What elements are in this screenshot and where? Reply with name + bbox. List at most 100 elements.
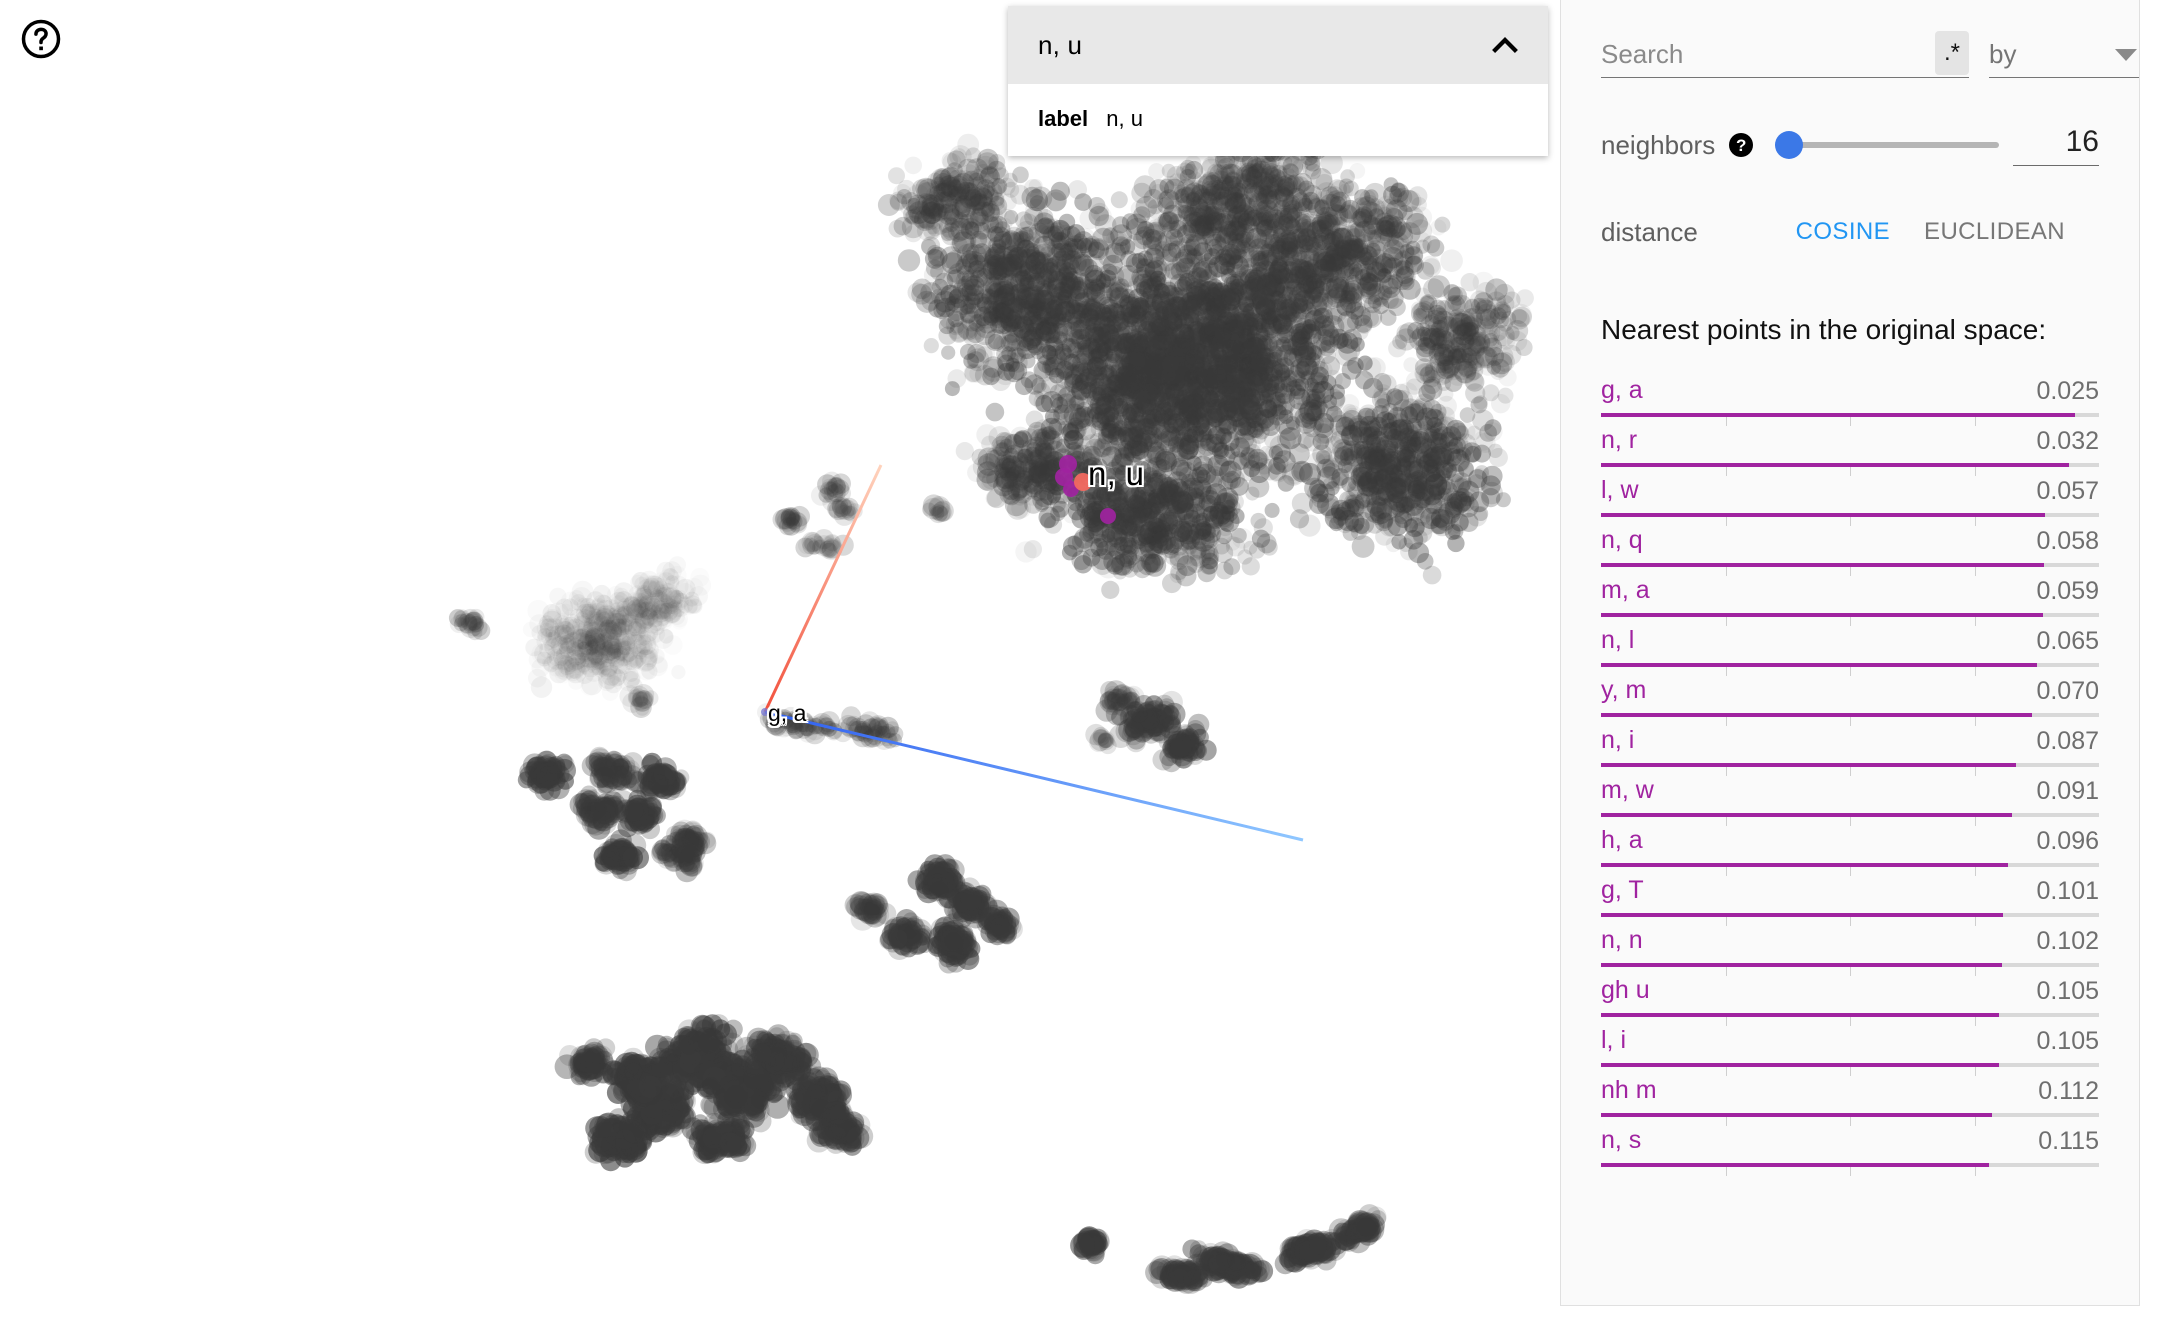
neighbor-label: y, m bbox=[1601, 676, 1647, 704]
metadata-card-body: label n, u bbox=[1008, 84, 1548, 156]
chevron-down-icon[interactable] bbox=[2115, 48, 2137, 61]
scatter-plot-canvas[interactable]: n, u g, a bbox=[0, 0, 1560, 1344]
neighbor-row[interactable]: gh u 0.105 bbox=[1601, 974, 2099, 1026]
nearest-points-title: Nearest points in the original space: bbox=[1601, 314, 2047, 345]
neighbor-bar-fill bbox=[1601, 613, 2043, 617]
distance-row: distance COSINE EUCLIDEAN bbox=[1601, 212, 2099, 252]
neighbor-point bbox=[1100, 508, 1116, 524]
neighbor-label: h, a bbox=[1601, 826, 1643, 854]
neighbor-distance-value: 0.065 bbox=[2036, 627, 2099, 655]
neighbor-row[interactable]: h, a 0.096 bbox=[1601, 824, 2099, 876]
neighbor-distance-value: 0.105 bbox=[2036, 977, 2099, 1005]
neighbor-distance-value: 0.101 bbox=[2036, 877, 2099, 905]
search-by-label: by bbox=[1989, 39, 2017, 69]
neighbors-row: neighbors ? 16 bbox=[1601, 122, 2099, 168]
neighbor-row[interactable]: m, a 0.059 bbox=[1601, 574, 2099, 626]
search-field-wrapper[interactable]: .* bbox=[1601, 31, 1969, 78]
neighbor-label: l, w bbox=[1601, 476, 1639, 504]
neighbor-distance-value: 0.102 bbox=[2036, 927, 2099, 955]
neighbor-row[interactable]: nh m 0.112 bbox=[1601, 1074, 2099, 1126]
point-metadata-card[interactable]: n, u label n, u bbox=[1008, 6, 1548, 156]
search-by-dropdown[interactable]: by bbox=[1989, 32, 2139, 78]
origin-point bbox=[761, 708, 769, 716]
neighbor-label: m, w bbox=[1601, 776, 1654, 804]
neighbor-bar-fill bbox=[1601, 513, 2045, 517]
neighbor-row[interactable]: n, q 0.058 bbox=[1601, 524, 2099, 576]
neighbor-row[interactable]: n, l 0.065 bbox=[1601, 624, 2099, 676]
neighbor-label: n, r bbox=[1601, 426, 1638, 454]
question-mark-icon[interactable]: ? bbox=[1729, 133, 1754, 157]
neighbor-distance-value: 0.115 bbox=[2038, 1127, 2099, 1155]
neighbor-label: g, T bbox=[1601, 876, 1644, 904]
slider-track bbox=[1775, 142, 1999, 148]
chevron-up-icon[interactable] bbox=[1488, 28, 1522, 62]
neighbor-bar-tick bbox=[1850, 1167, 1851, 1176]
highlighted-points bbox=[761, 455, 1116, 716]
neighbor-distance-value: 0.057 bbox=[2036, 477, 2099, 505]
embedding-projector-app: n, u g, a n, u label n, u Search .* by n… bbox=[0, 0, 2160, 1344]
neighbor-row[interactable]: n, r 0.032 bbox=[1601, 424, 2099, 476]
metadata-card-title: n, u bbox=[1038, 29, 1083, 60]
inspector-panel: .* by neighbors ? 16 distance COSINE EUC… bbox=[1560, 0, 2140, 1306]
neighbor-distance-value: 0.058 bbox=[2036, 527, 2099, 555]
neighbor-distance-value: 0.070 bbox=[2036, 677, 2099, 705]
neighbor-bar-tick bbox=[1725, 1167, 1727, 1176]
neighbor-distance-value: 0.112 bbox=[2038, 1077, 2099, 1105]
metadata-card-header[interactable]: n, u bbox=[1008, 6, 1548, 84]
search-input[interactable] bbox=[1601, 39, 1901, 70]
neighbors-value-field[interactable]: 16 bbox=[2013, 125, 2099, 166]
neighbor-distance-value: 0.059 bbox=[2036, 577, 2099, 605]
neighbor-row[interactable]: m, w 0.091 bbox=[1601, 774, 2099, 826]
neighbor-label: g, a bbox=[1601, 376, 1643, 404]
neighbor-label: gh u bbox=[1601, 976, 1650, 1004]
neighbor-row[interactable]: g, T 0.101 bbox=[1601, 874, 2099, 926]
neighbor-distance-value: 0.025 bbox=[2036, 377, 2099, 405]
search-row: .* by bbox=[1601, 31, 2139, 78]
neighbor-bar-fill bbox=[1601, 663, 2038, 667]
neighbor-bar-fill bbox=[1601, 813, 2013, 817]
neighbor-distance-value: 0.091 bbox=[2036, 777, 2099, 805]
neighbor-bar-fill bbox=[1601, 1013, 1999, 1017]
neighbor-bar-fill bbox=[1601, 1063, 1999, 1067]
neighbor-bar-fill bbox=[1601, 1163, 1990, 1167]
neighbor-row[interactable]: y, m 0.070 bbox=[1601, 674, 2099, 726]
neighbor-distance-value: 0.087 bbox=[2036, 727, 2099, 755]
distance-option-cosine[interactable]: COSINE bbox=[1796, 218, 1890, 246]
neighbor-distance-value: 0.105 bbox=[2036, 1027, 2099, 1055]
neighbor-row[interactable]: n, s 0.115 bbox=[1601, 1124, 2099, 1176]
neighbor-label: n, l bbox=[1601, 626, 1635, 654]
neighbor-distance-value: 0.032 bbox=[2036, 427, 2099, 455]
neighbor-label: nh m bbox=[1601, 1076, 1657, 1104]
distance-label: distance bbox=[1601, 216, 1698, 247]
neighbor-label: n, i bbox=[1601, 726, 1635, 754]
selected-point bbox=[1074, 473, 1092, 491]
neighbor-label: n, q bbox=[1601, 526, 1643, 554]
neighbor-row[interactable]: n, n 0.102 bbox=[1601, 924, 2099, 976]
help-circle-icon[interactable] bbox=[20, 18, 62, 60]
regex-toggle-button[interactable]: .* bbox=[1935, 31, 1969, 75]
nearest-points-list: g, a 0.025 n, r 0.032 l, w 0.057 n, q 0.058 m, a… bbox=[1601, 374, 2099, 1176]
neighbor-label: m, a bbox=[1601, 576, 1650, 604]
slider-thumb[interactable] bbox=[1775, 131, 1804, 159]
neighbors-label: neighbors bbox=[1601, 129, 1716, 160]
neighbor-row[interactable]: l, i 0.105 bbox=[1601, 1024, 2099, 1076]
metadata-field-key: label bbox=[1038, 106, 1089, 131]
neighbor-bar-tick bbox=[1974, 1167, 1976, 1176]
neighbor-bar-fill bbox=[1601, 963, 2002, 967]
distance-option-euclidean[interactable]: EUCLIDEAN bbox=[1924, 218, 2065, 246]
metadata-field-value: n, u bbox=[1106, 106, 1143, 131]
neighbor-bar-fill bbox=[1601, 413, 2076, 417]
neighbor-row[interactable]: n, i 0.087 bbox=[1601, 724, 2099, 776]
neighbors-slider[interactable] bbox=[1775, 131, 1999, 159]
neighbor-bar-fill bbox=[1601, 563, 2044, 567]
neighbor-row[interactable]: g, a 0.025 bbox=[1601, 374, 2099, 426]
metadata-field: label n, u bbox=[1038, 106, 1518, 132]
neighbor-bar-fill bbox=[1601, 713, 2033, 717]
neighbor-label: l, i bbox=[1601, 1026, 1626, 1054]
neighbor-bar-fill bbox=[1601, 463, 2069, 467]
neighbor-bar-fill bbox=[1601, 763, 2017, 767]
neighbor-bar-fill bbox=[1601, 1113, 1993, 1117]
neighbor-bar-fill bbox=[1601, 913, 2003, 917]
neighbor-row[interactable]: l, w 0.057 bbox=[1601, 474, 2099, 526]
neighbor-label: n, s bbox=[1601, 1126, 1642, 1154]
